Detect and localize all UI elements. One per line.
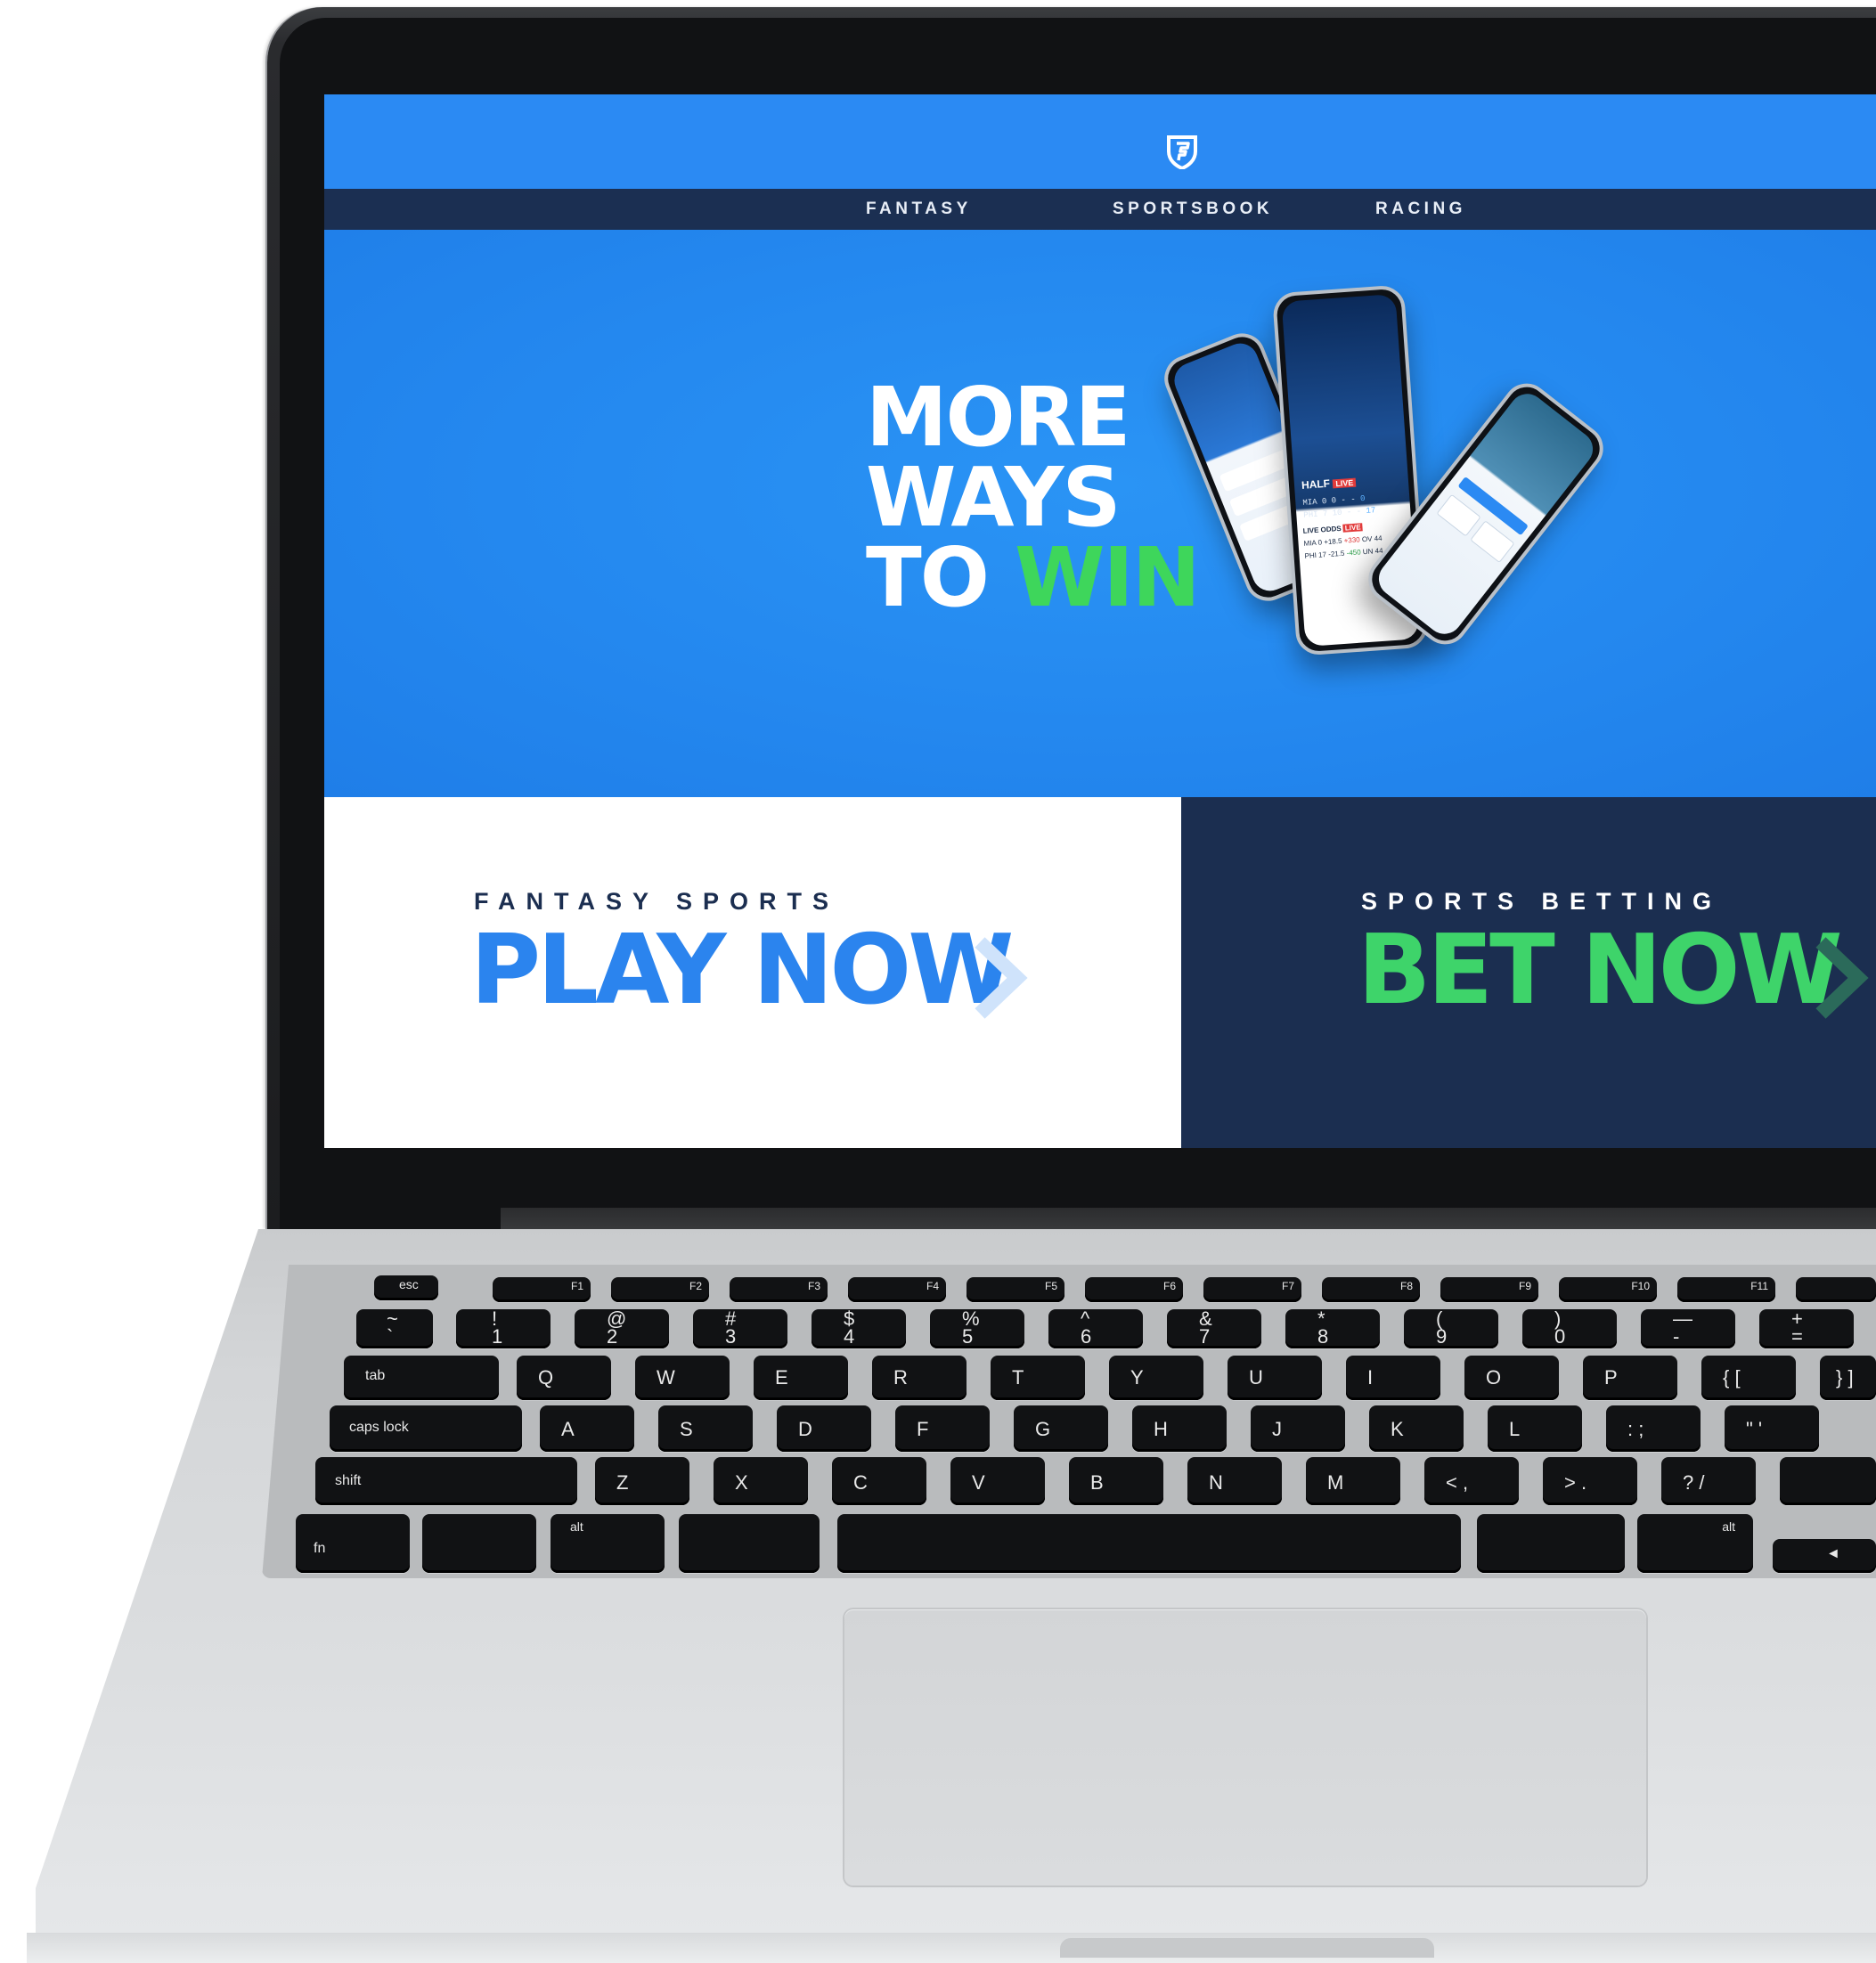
key-equals[interactable]: + =: [1759, 1307, 1854, 1348]
key-p[interactable]: P: [1583, 1356, 1677, 1400]
key-a[interactable]: A: [540, 1405, 634, 1452]
key-y[interactable]: Y: [1109, 1356, 1203, 1400]
key-f4[interactable]: F4: [848, 1277, 946, 1302]
key-semicolon[interactable]: : ;: [1606, 1405, 1701, 1452]
key-i[interactable]: I: [1346, 1356, 1440, 1400]
bet-now-button[interactable]: BET NOW: [1358, 922, 1843, 1020]
chevron-right-icon[interactable]: [1815, 935, 1869, 1021]
key-s[interactable]: S: [658, 1405, 753, 1452]
key-0[interactable]: ) 0: [1522, 1307, 1617, 1348]
key-backtick[interactable]: ~ `: [356, 1307, 433, 1348]
key-b[interactable]: B: [1069, 1457, 1163, 1505]
key-t[interactable]: T: [991, 1356, 1085, 1400]
key-1[interactable]: ! 1: [456, 1307, 551, 1348]
play-now-button[interactable]: PLAY NOW: [470, 922, 1014, 1020]
phone-odds-title: LIVE ODDS: [1302, 524, 1342, 535]
key-left-bracket[interactable]: { [: [1701, 1356, 1796, 1400]
laptop-front-edge: [27, 1933, 1876, 1963]
key-caps-lock[interactable]: caps lock: [330, 1405, 522, 1452]
key-slash[interactable]: ? /: [1661, 1457, 1756, 1505]
key-f7[interactable]: F7: [1203, 1277, 1301, 1302]
key-f6[interactable]: F6: [1085, 1277, 1183, 1302]
hero-line-3: TO WIN: [866, 537, 1240, 619]
key-f5[interactable]: F5: [967, 1277, 1064, 1302]
nav-sportsbook[interactable]: SPORTSBOOK: [1113, 189, 1273, 230]
phone-odds-live: LIVE: [1342, 523, 1363, 533]
hero-banner: MORE WAYS TO WIN HALF LIVE MIA 0 0 - - 0: [324, 230, 1876, 797]
top-navigation: FANTASY SPORTSBOOK RACING: [324, 189, 1876, 230]
sports-betting-panel[interactable]: SPORTS BETTING BET NOW: [1181, 797, 1876, 1148]
nav-racing[interactable]: RACING: [1375, 189, 1466, 230]
key-space[interactable]: [837, 1514, 1461, 1573]
key-m[interactable]: M: [1306, 1457, 1400, 1505]
key-q[interactable]: Q: [517, 1356, 611, 1400]
key-command-left[interactable]: [679, 1514, 820, 1573]
key-l[interactable]: L: [1488, 1405, 1582, 1452]
key-6[interactable]: ^ 6: [1048, 1307, 1143, 1348]
key-tab[interactable]: tab: [344, 1356, 499, 1400]
betting-kicker: SPORTS BETTING: [1361, 888, 1723, 915]
key-comma[interactable]: < ,: [1424, 1457, 1519, 1505]
key-f3[interactable]: F3: [730, 1277, 828, 1302]
laptop-screen: FANTASY SPORTSBOOK RACING MORE WAYS TO W…: [324, 94, 1876, 1148]
key-z[interactable]: Z: [595, 1457, 689, 1505]
key-g[interactable]: G: [1014, 1405, 1108, 1452]
key-o[interactable]: O: [1464, 1356, 1559, 1400]
key-period[interactable]: > .: [1543, 1457, 1637, 1505]
hero-line-2: WAYS: [866, 450, 1122, 545]
hero-line-3b: WIN: [1015, 530, 1201, 625]
key-r[interactable]: R: [872, 1356, 967, 1400]
brand-shield-logo-icon[interactable]: [1165, 134, 1199, 169]
key-8[interactable]: * 8: [1285, 1307, 1380, 1348]
key-d[interactable]: D: [777, 1405, 871, 1452]
key-command-right[interactable]: [1477, 1514, 1625, 1573]
laptop-lid-notch: [1060, 1938, 1434, 1958]
key-f1[interactable]: F1: [493, 1277, 591, 1302]
key-quote[interactable]: " ': [1725, 1405, 1819, 1452]
key-h[interactable]: H: [1132, 1405, 1227, 1452]
key-f11[interactable]: F11: [1677, 1277, 1775, 1302]
key-f12[interactable]: [1796, 1277, 1876, 1302]
key-w[interactable]: W: [635, 1356, 730, 1400]
key-control[interactable]: [422, 1514, 536, 1573]
key-f[interactable]: F: [895, 1405, 990, 1452]
key-alt-left[interactable]: alt: [551, 1514, 665, 1573]
key-minus[interactable]: — -: [1641, 1307, 1735, 1348]
phone-period: HALF: [1301, 476, 1331, 492]
key-alt-right[interactable]: alt: [1637, 1514, 1753, 1573]
key-x[interactable]: X: [714, 1457, 808, 1505]
site-header: [324, 94, 1876, 189]
key-f9[interactable]: F9: [1440, 1277, 1538, 1302]
key-f10[interactable]: F10: [1559, 1277, 1657, 1302]
key-2[interactable]: @2: [575, 1307, 669, 1348]
key-3[interactable]: #3: [693, 1307, 787, 1348]
chevron-right-icon[interactable]: [975, 935, 1028, 1021]
key-n[interactable]: N: [1187, 1457, 1282, 1505]
fantasy-kicker: FANTASY SPORTS: [474, 888, 840, 915]
key-shift-left[interactable]: shift: [315, 1457, 577, 1505]
key-9[interactable]: (9: [1404, 1307, 1498, 1348]
key-5[interactable]: % 5: [930, 1307, 1024, 1348]
key-arrow-left[interactable]: ◄: [1773, 1539, 1876, 1573]
key-esc[interactable]: esc: [374, 1275, 438, 1300]
key-k[interactable]: K: [1369, 1405, 1464, 1452]
key-c[interactable]: C: [832, 1457, 926, 1505]
key-v[interactable]: V: [950, 1457, 1045, 1505]
key-j[interactable]: J: [1251, 1405, 1345, 1452]
key-7[interactable]: & 7: [1167, 1307, 1261, 1348]
fantasy-sports-panel[interactable]: FANTASY SPORTS PLAY NOW: [324, 797, 1181, 1148]
nav-fantasy[interactable]: FANTASY: [866, 189, 972, 230]
key-f8[interactable]: F8: [1322, 1277, 1420, 1302]
phone-live-badge: LIVE: [1333, 477, 1357, 489]
key-fn[interactable]: fn: [296, 1514, 410, 1573]
key-e[interactable]: E: [754, 1356, 848, 1400]
hero-line-3a: TO: [866, 530, 990, 625]
key-f2[interactable]: F2: [611, 1277, 709, 1302]
trackpad[interactable]: [844, 1609, 1646, 1886]
key-4[interactable]: $4: [812, 1307, 906, 1348]
key-shift-right[interactable]: [1780, 1457, 1876, 1505]
key-u[interactable]: U: [1228, 1356, 1322, 1400]
key-right-bracket[interactable]: } ]: [1820, 1356, 1876, 1400]
